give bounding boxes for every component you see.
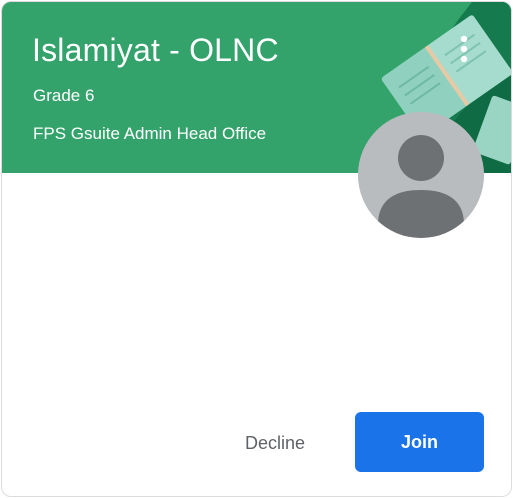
class-card: Islamiyat - OLNC Grade 6 FPS Gsuite Admi… <box>1 1 512 497</box>
decline-button[interactable]: Decline <box>216 414 334 472</box>
more-vert-icon[interactable] <box>449 30 479 70</box>
class-owner: FPS Gsuite Admin Head Office <box>33 124 267 143</box>
class-title[interactable]: Islamiyat - OLNC <box>32 32 279 69</box>
person-avatar-icon <box>358 112 484 238</box>
join-button[interactable]: Join <box>355 412 484 472</box>
card-actions: Decline Join <box>2 412 511 472</box>
avatar <box>358 112 484 238</box>
class-section: Grade 6 <box>33 86 95 105</box>
